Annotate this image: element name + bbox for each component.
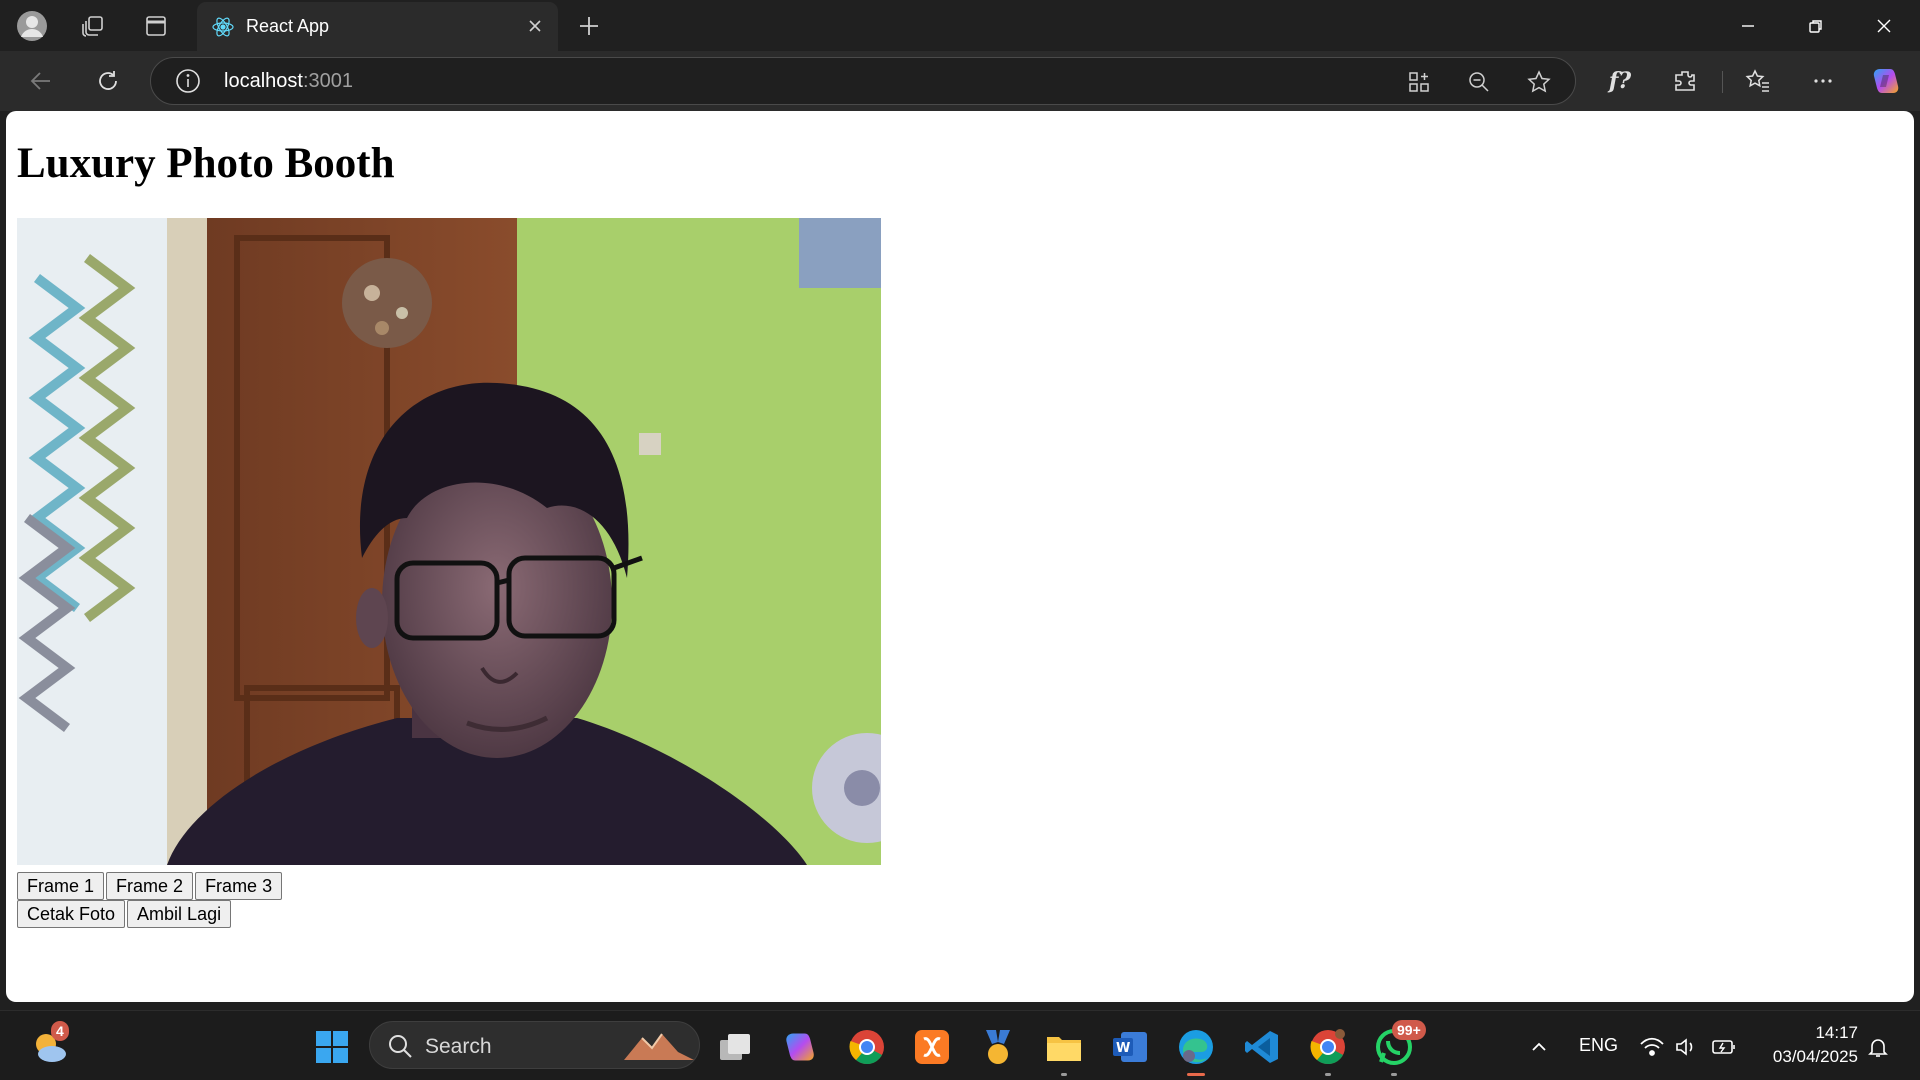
favorites-icon[interactable] (1739, 62, 1777, 100)
frame-2-button[interactable]: Frame 2 (106, 872, 194, 900)
svg-text:W: W (1116, 1041, 1130, 1056)
frame-button-row: Frame 1 Frame 2 Frame 3 (17, 872, 284, 900)
running-indicator (1325, 1073, 1331, 1076)
browser-tab-bar: React App (0, 0, 1920, 51)
extensions-icon[interactable] (1666, 62, 1704, 100)
running-indicator (1391, 1073, 1397, 1076)
windows-taskbar: 4 Search W 99+ ENG 14:17 03/04/2025 (0, 1010, 1920, 1080)
whatsapp-icon[interactable]: 99+ (1372, 1020, 1426, 1076)
tab-title: React App (246, 16, 330, 36)
site-info-icon[interactable] (175, 68, 201, 94)
copilot-app-icon[interactable] (778, 1025, 822, 1069)
running-indicator (1061, 1073, 1067, 1076)
chrome-profile-icon[interactable] (1306, 1025, 1350, 1076)
start-windows-icon[interactable] (310, 1025, 354, 1069)
weather-badge: 4 (51, 1021, 69, 1041)
word-icon[interactable]: W (1108, 1025, 1152, 1069)
workspaces-icon[interactable] (76, 9, 110, 43)
toolbar-divider (1722, 71, 1723, 93)
clock-time: 14:17 (1815, 1023, 1858, 1042)
restore-icon[interactable] (1782, 0, 1850, 51)
webcam-preview (17, 218, 881, 865)
language-indicator[interactable]: ENG (1579, 1035, 1618, 1056)
chrome-icon[interactable] (845, 1025, 889, 1069)
url-text[interactable]: localhost:3001 (224, 70, 353, 93)
medal-app-icon[interactable] (976, 1025, 1020, 1069)
app-available-icon[interactable] (1404, 67, 1434, 97)
zoom-out-icon[interactable] (1464, 67, 1494, 97)
back-arrow-icon[interactable] (22, 62, 60, 100)
system-clock[interactable]: 14:17 03/04/2025 (1773, 1021, 1858, 1069)
active-tab[interactable]: React App (197, 2, 558, 51)
action-button-row: Cetak Foto Ambil Lagi (17, 900, 233, 928)
print-photo-button[interactable]: Cetak Foto (17, 900, 126, 928)
edge-icon[interactable] (1174, 1025, 1218, 1076)
clock-date: 03/04/2025 (1772, 1047, 1858, 1066)
page-title: Luxury Photo Booth (17, 140, 395, 187)
file-explorer-icon[interactable] (1042, 1025, 1086, 1076)
retake-button[interactable]: Ambil Lagi (127, 900, 232, 928)
frame-3-button[interactable]: Frame 3 (195, 872, 283, 900)
formula-icon[interactable]: f? (1601, 62, 1639, 100)
taskbar-search[interactable]: Search (369, 1021, 700, 1069)
more-options-icon[interactable] (1804, 62, 1842, 100)
active-app-indicator (1187, 1073, 1205, 1076)
copilot-icon[interactable] (1867, 62, 1905, 100)
url-host: localhost (224, 70, 303, 92)
refresh-icon[interactable] (89, 62, 127, 100)
notification-bell-icon[interactable] (1856, 1025, 1900, 1069)
vertical-tabs-icon[interactable] (139, 9, 173, 43)
favorite-star-icon[interactable] (1524, 67, 1554, 97)
weather-widget-icon[interactable]: 4 (28, 1021, 72, 1069)
xampp-icon[interactable] (910, 1025, 954, 1069)
close-tab-icon[interactable] (522, 13, 548, 39)
frame-1-button[interactable]: Frame 1 (17, 872, 105, 900)
task-view-icon[interactable] (713, 1025, 757, 1069)
vscode-icon[interactable] (1240, 1025, 1284, 1069)
react-icon (211, 15, 235, 39)
search-highlight-icon (622, 1030, 696, 1067)
url-port: :3001 (302, 70, 353, 92)
profile-avatar-icon[interactable] (15, 9, 49, 43)
whatsapp-badge: 99+ (1392, 1020, 1426, 1040)
show-hidden-icons-chevron-icon[interactable] (1517, 1025, 1561, 1069)
browser-toolbar: localhost:3001 f? (0, 51, 1920, 111)
address-bar[interactable]: localhost:3001 (150, 57, 1576, 105)
battery-charging-icon[interactable] (1702, 1025, 1746, 1069)
minimize-icon[interactable] (1714, 0, 1782, 51)
new-tab-icon[interactable] (572, 9, 606, 43)
search-placeholder: Search (425, 1035, 492, 1058)
search-icon (387, 1033, 413, 1064)
page-viewport: Luxury Photo Booth Frame 1 Frame 2 Frame… (6, 111, 1914, 1002)
close-window-icon[interactable] (1850, 0, 1918, 51)
